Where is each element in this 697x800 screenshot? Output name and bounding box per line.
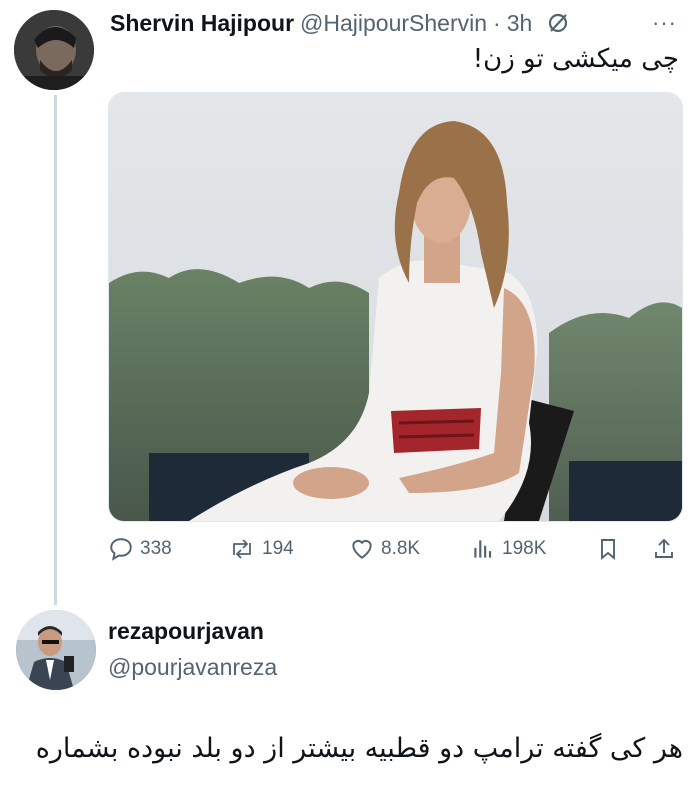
share-icon	[652, 536, 676, 562]
like-count: 8.8K	[381, 538, 421, 559]
repost-action[interactable]: 194	[228, 536, 294, 562]
grok-icon[interactable]	[546, 11, 570, 35]
tweet-text: چی میکشی تو زن!	[472, 44, 679, 74]
author-avatar-image	[14, 10, 94, 90]
author-handle[interactable]: @HajipourShervin	[300, 10, 487, 37]
tweet-action-bar: 338 194 8.8K 198K	[108, 536, 681, 570]
reply-icon	[108, 536, 134, 562]
thread-connector-line	[54, 95, 57, 605]
author-name[interactable]: Shervin Hajipour	[110, 10, 294, 37]
views-count: 198K	[502, 538, 547, 559]
photo-of-woman-in-white-dress	[109, 93, 682, 521]
reply-avatar-image	[16, 610, 96, 690]
views-action[interactable]: 198K	[470, 536, 546, 562]
reply-text: هر کی گفته ترامپ دو قطبیه بیشتر از دو بل…	[35, 733, 683, 764]
views-chart-icon	[470, 536, 496, 562]
reply-author-handle[interactable]: @pourjavanreza	[108, 654, 277, 681]
reply-action[interactable]: 338	[108, 536, 172, 562]
tweet-timestamp[interactable]: 3h	[507, 10, 533, 37]
share-button[interactable]	[652, 536, 676, 562]
bookmark-icon	[596, 536, 620, 562]
repost-icon	[228, 536, 256, 562]
tweet-media-image[interactable]	[108, 92, 683, 522]
reply-count: 338	[140, 538, 172, 559]
heart-icon	[349, 536, 375, 562]
more-options-icon[interactable]: ···	[652, 10, 677, 36]
author-avatar[interactable]	[14, 10, 94, 90]
reply-author-name[interactable]: rezapourjavan	[108, 618, 264, 645]
bookmark-button[interactable]	[596, 536, 620, 562]
like-action[interactable]: 8.8K	[349, 536, 420, 562]
header-separator: ·	[493, 9, 501, 36]
repost-count: 194	[262, 538, 294, 559]
reply-author-avatar[interactable]	[16, 610, 96, 690]
tweet-header: Shervin Hajipour @HajipourShervin · 3h	[110, 8, 570, 38]
